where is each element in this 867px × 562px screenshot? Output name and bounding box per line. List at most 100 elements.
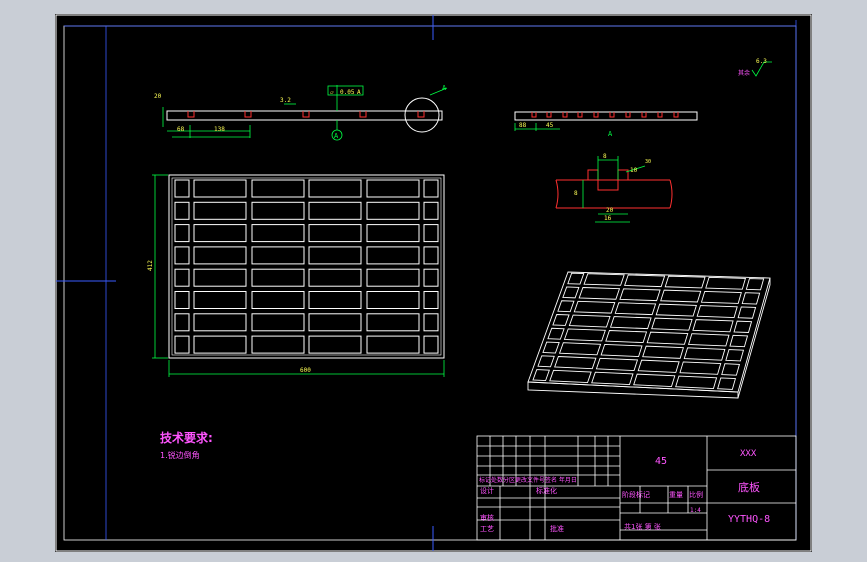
- iso-pocket: [741, 292, 761, 305]
- dim-412: 412: [147, 260, 154, 271]
- iso-pocket: [642, 345, 685, 359]
- plan-pocket: [193, 201, 247, 220]
- plan-pocket: [423, 268, 439, 287]
- roughness-prefix: 其余: [738, 69, 750, 77]
- dim-600: 600: [300, 367, 311, 374]
- plan-pocket: [193, 179, 247, 198]
- stage-mark-label: 阶段标记: [622, 490, 650, 499]
- revision-header: 标记处数分区更改文件号签名 年月日: [479, 476, 577, 484]
- plan-pocket: [174, 335, 190, 354]
- iso-pocket: [692, 319, 734, 333]
- plan-pocket: [251, 201, 305, 220]
- review-label: 审核: [480, 513, 494, 522]
- dim-138: 138: [214, 126, 225, 133]
- plan-pocket: [366, 224, 420, 243]
- iso-pocket: [729, 334, 749, 348]
- iso-pocket: [717, 377, 736, 390]
- dim-20: 20: [606, 207, 614, 214]
- iso-pocket: [578, 287, 621, 300]
- iso-pocket: [675, 375, 718, 389]
- front-view-dims: [162, 85, 448, 141]
- plan-pocket: [423, 291, 439, 309]
- dim-68: 68: [177, 126, 185, 133]
- iso-pocket: [737, 306, 757, 319]
- inner-border: [63, 25, 797, 541]
- roughness-value: 6.3: [756, 58, 767, 65]
- plan-pocket: [193, 313, 247, 332]
- plan-pocket: [308, 313, 362, 332]
- iso-pocket: [733, 320, 753, 333]
- plan-pocket: [423, 246, 439, 265]
- detail-dims: [582, 156, 646, 223]
- iso-pocket: [683, 347, 726, 361]
- iso-pocket: [567, 272, 585, 285]
- plan-pocket: [251, 224, 305, 243]
- iso-pocket: [547, 327, 565, 340]
- plan-pocket: [193, 224, 247, 243]
- dim-8b: 8: [574, 190, 578, 197]
- iso-pocket: [655, 303, 697, 317]
- iso-pocket: [651, 317, 693, 331]
- plan-pocket: [174, 313, 190, 332]
- iso-pocket: [646, 331, 689, 345]
- iso-pocket: [633, 373, 676, 388]
- iso-pocket: [609, 316, 652, 330]
- material: 45: [655, 456, 667, 467]
- plan-pocket: [251, 179, 305, 198]
- iso-edge: [527, 381, 739, 399]
- detail-view: [555, 169, 673, 209]
- roughness-local: 3.2: [280, 97, 291, 104]
- iso-pocket: [705, 276, 747, 290]
- cad-drawing: 20 68 138 3.2 ▱ 0.05 A A A 412 600 88 45…: [55, 14, 812, 552]
- plan-pocket: [251, 335, 305, 354]
- plan-pocket: [308, 201, 362, 220]
- plan-pocket: [251, 268, 305, 287]
- front-view: [166, 97, 443, 133]
- plan-pocket: [423, 179, 439, 198]
- plan-pocket: [366, 246, 420, 265]
- plan-view: [168, 174, 445, 359]
- iso-pocket: [721, 363, 741, 376]
- iso-pocket: [679, 361, 722, 375]
- plan-pocket: [423, 335, 439, 354]
- weight-label: 重量: [669, 491, 683, 499]
- iso-pocket: [573, 300, 616, 314]
- flatness-symbol: ▱: [330, 89, 334, 96]
- flatness-value: 0.05: [340, 89, 355, 96]
- approve-label: 批准: [550, 524, 564, 533]
- plan-pocket: [366, 291, 420, 309]
- plan-pocket: [308, 291, 362, 309]
- part-name: 底板: [738, 480, 760, 494]
- design-label: 设计: [480, 486, 494, 495]
- tech-requirements-note: 1.锐边倒角: [160, 450, 200, 460]
- dim-16: 16: [604, 215, 612, 222]
- iso-pocket: [605, 330, 648, 344]
- plan-pocket: [366, 201, 420, 220]
- plan-pocket: [193, 268, 247, 287]
- section-a-view: [514, 111, 698, 121]
- plan-pocket: [193, 291, 247, 309]
- iso-pocket: [595, 357, 639, 372]
- plan-pocket: [174, 201, 190, 220]
- dim-8a: 8: [603, 153, 607, 160]
- plan-pocket: [174, 246, 190, 265]
- iso-pocket: [687, 333, 730, 347]
- plan-pocket: [423, 313, 439, 332]
- iso-pocket: [562, 286, 580, 299]
- plan-pocket: [251, 313, 305, 332]
- iso-pocket: [624, 274, 666, 288]
- plan-pocket: [174, 179, 190, 198]
- iso-pocket: [537, 355, 555, 368]
- iso-pocket: [568, 314, 611, 328]
- iso-pocket: [637, 359, 680, 373]
- iso-pocket: [591, 371, 634, 386]
- process-label: 工艺: [480, 525, 494, 533]
- dim-10: 10: [630, 167, 638, 174]
- iso-pocket: [583, 273, 625, 286]
- iso-pocket: [557, 300, 575, 313]
- plan-view-dims: [152, 174, 445, 377]
- isometric-view: [527, 271, 771, 399]
- plan-pocket: [193, 335, 247, 354]
- plan-pocket: [308, 268, 362, 287]
- plan-pocket: [308, 246, 362, 265]
